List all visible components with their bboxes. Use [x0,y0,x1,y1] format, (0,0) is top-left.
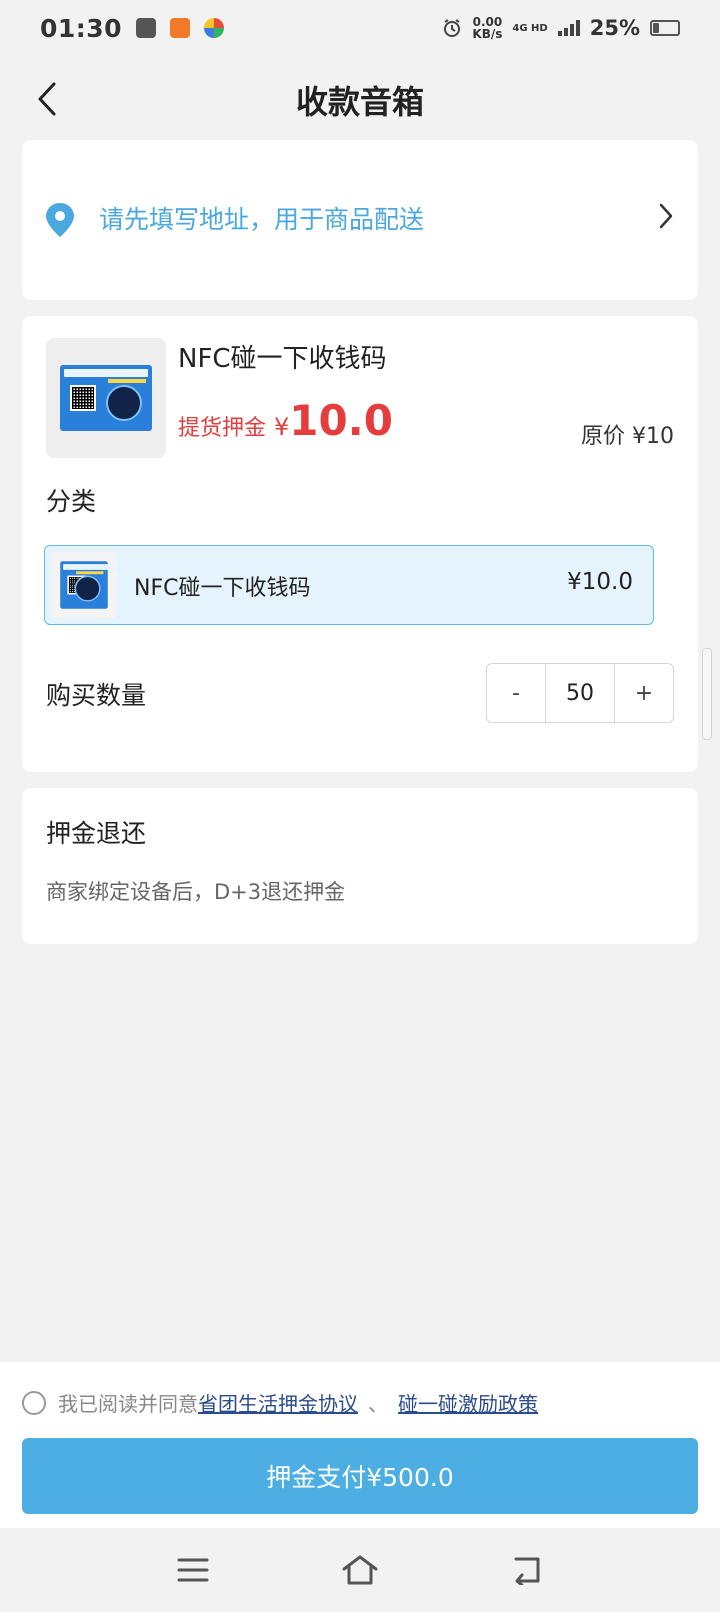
variant-option-selected[interactable]: NFC碰一下收钱码 ¥10.0 [44,545,654,625]
return-icon [514,1557,540,1585]
qr-code-graphic [70,385,96,411]
browser-notification-icon [204,18,225,38]
decrease-button[interactable]: - [487,664,545,722]
status-right: 0.00 KB/s 4G HD 25% [442,16,680,40]
menu-icon [177,1558,209,1582]
location-pin-icon [46,203,74,237]
battery-icon [650,20,680,36]
status-time: 01:30 [40,13,123,43]
back-button[interactable] [22,74,72,124]
product-image [46,338,166,458]
variant-name: NFC碰一下收钱码 [134,576,311,601]
chevron-right-icon [659,203,673,229]
network-type: 4G HD [512,23,547,34]
incentive-policy-link[interactable]: 碰一碰激励政策 [398,1388,538,1417]
network-speed: 0.00 KB/s [472,16,502,40]
refund-card: 押金退还 商家绑定设备后，D+3退还押金 [22,788,698,944]
quantity-input[interactable]: 50 [545,664,615,722]
variant-board-graphic [60,561,117,609]
status-bar: 01:30 0.00 KB/s 4G HD 25% [0,0,720,56]
refund-description: 商家绑定设备后，D+3退还押金 [46,880,346,904]
deposit-price-row: 提货押金 ¥ 10.0 [178,396,393,445]
alarm-icon [444,19,461,37]
bottom-action-panel: 我已阅读并同意 省团生活押金协议 、 碰一碰激励政策 押金支付¥500.0 [0,1362,720,1528]
menu-button[interactable] [163,1540,223,1600]
quantity-title: 购买数量 [46,681,147,710]
deposit-agreement-link[interactable]: 省团生活押金协议 [198,1388,358,1417]
system-nav-bar [0,1528,720,1612]
agreement-radio[interactable] [22,1390,46,1415]
chevron-left-icon [38,82,56,116]
header: 收款音箱 [0,56,720,144]
currency-symbol: ¥ [274,413,290,441]
status-left: 01:30 [40,13,225,43]
category-title: 分类 [46,487,97,516]
nfc-pad-graphic [106,385,142,421]
battery-fill [653,23,659,33]
deposit-price: 10.0 [289,396,393,445]
refund-title: 押金退还 [46,819,147,848]
signal-icon [557,20,580,36]
quantity-stepper: - 50 + [486,663,674,723]
variant-image [51,552,117,618]
product-name: NFC碰一下收钱码 [178,344,387,374]
variant-price: ¥10.0 [567,569,633,595]
address-prompt: 请先填写地址，用于商品配送 [99,205,425,234]
battery-percent: 25% [589,16,640,40]
product-board-graphic [60,365,152,431]
home-button[interactable] [330,1540,390,1600]
scrollbar[interactable] [702,648,712,740]
back-system-button[interactable] [497,1540,557,1600]
network-speed-unit: KB/s [472,27,503,41]
deposit-label: 提货押金 [178,416,267,441]
product-card: NFC碰一下收钱码 提货押金 ¥ 10.0 原价 ¥10 分类 NFC碰一下收钱… [22,316,698,772]
home-icon [342,1555,378,1585]
page-title: 收款音箱 [295,83,424,121]
increase-button[interactable]: + [615,664,673,722]
app-notification-icon [170,18,191,38]
sim-card-icon [136,18,157,38]
agreement-separator: 、 [368,1392,388,1416]
pay-deposit-button[interactable]: 押金支付¥500.0 [22,1438,698,1514]
address-card[interactable]: 请先填写地址，用于商品配送 [22,140,698,300]
agreement-row: 我已阅读并同意 省团生活押金协议 、 碰一碰激励政策 [22,1388,538,1417]
original-price: 原价 ¥10 [581,424,674,449]
agreement-prefix: 我已阅读并同意 [58,1392,198,1416]
network-type-label: 4G HD [512,22,548,34]
